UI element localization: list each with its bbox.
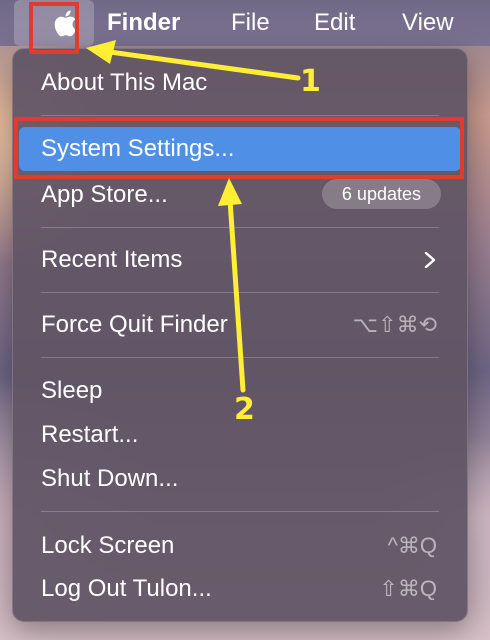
menu-item-shut-down[interactable]: Shut Down... — [13, 459, 467, 499]
menu-item-label: Force Quit Finder — [41, 311, 228, 338]
apple-menu-highlight-box — [29, 2, 79, 54]
updates-badge: 6 updates — [321, 179, 441, 209]
step-number-2: 2 — [234, 392, 255, 427]
keyboard-shortcut: ^⌘Q — [387, 533, 437, 558]
keyboard-shortcut: ⌥⇧⌘⟲ — [352, 312, 437, 337]
menu-edit[interactable]: Edit — [314, 8, 355, 38]
menu-item-label: App Store... — [41, 181, 168, 208]
menu-finder[interactable]: Finder — [107, 8, 180, 38]
menu-item-app-store[interactable]: App Store... 6 updates — [13, 175, 467, 215]
menu-separator — [41, 292, 439, 293]
menu-view[interactable]: View — [402, 8, 454, 38]
menu-item-label: Restart... — [41, 421, 139, 448]
step-number-1: 1 — [300, 64, 321, 99]
menu-item-about-this-mac[interactable]: About This Mac — [13, 63, 467, 103]
menu-item-label: Recent Items — [41, 246, 183, 273]
menu-item-recent-items[interactable]: Recent Items — [13, 240, 467, 280]
menu-item-label: Log Out Tulon... — [41, 575, 212, 602]
menu-separator — [41, 227, 439, 228]
menu-separator — [41, 511, 439, 512]
menu-item-force-quit[interactable]: Force Quit Finder ⌥⇧⌘⟲ — [13, 305, 467, 345]
menu-item-label: About This Mac — [41, 69, 208, 96]
chevron-right-icon — [424, 252, 436, 268]
menu-item-label: Shut Down... — [41, 465, 179, 492]
menu-separator — [41, 115, 439, 116]
menu-file[interactable]: File — [231, 8, 270, 38]
menu-item-lock-screen[interactable]: Lock Screen ^⌘Q — [13, 526, 467, 566]
keyboard-shortcut: ⇧⌘Q — [379, 576, 437, 601]
menu-separator — [41, 357, 439, 358]
menu-item-label: Sleep — [41, 377, 103, 404]
menu-item-label: Lock Screen — [41, 532, 175, 559]
system-settings-highlight-box — [14, 117, 464, 179]
menu-item-log-out[interactable]: Log Out Tulon... ⇧⌘Q — [13, 569, 467, 609]
